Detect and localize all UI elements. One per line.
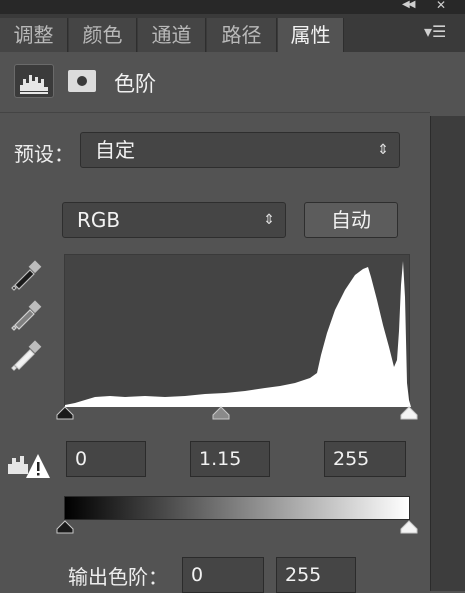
output-black-field[interactable]: 0 — [182, 557, 264, 593]
gray-point-eyedropper-icon[interactable] — [10, 298, 44, 332]
preset-value: 自定 — [95, 138, 135, 162]
auto-button[interactable]: 自动 — [304, 202, 398, 238]
tab-paths[interactable]: 路径 — [207, 18, 277, 52]
layer-mask-icon[interactable] — [62, 64, 102, 98]
black-output-slider[interactable] — [55, 520, 75, 534]
white-output-slider[interactable] — [399, 520, 419, 534]
black-input-slider[interactable] — [55, 406, 75, 420]
panel-title: 色阶 — [114, 72, 156, 96]
histogram — [64, 254, 411, 407]
panel-menu-icon[interactable]: ▾☰ — [424, 22, 446, 41]
levels-adjustment-icon[interactable] — [14, 64, 54, 98]
panel-top-bar: ◀◀ ✕ — [0, 0, 465, 14]
clipping-warning-icon[interactable] — [6, 450, 50, 480]
up-down-arrows-icon: ⇕ — [377, 142, 389, 158]
panel-tab-bar: 调整 颜色 通道 路径 属性 ▾☰ — [0, 14, 465, 52]
close-panel-icon[interactable]: ✕ — [436, 0, 446, 12]
collapse-panel-icon[interactable]: ◀◀ — [402, 0, 415, 10]
white-input-slider[interactable] — [399, 406, 419, 420]
preset-label: 预设： — [14, 142, 74, 166]
preset-select[interactable]: 自定 ⇕ — [80, 132, 400, 168]
tab-channels[interactable]: 通道 — [138, 18, 206, 52]
gamma-input-slider[interactable] — [211, 406, 231, 420]
tab-adjustments[interactable]: 调整 — [0, 18, 68, 52]
input-black-field[interactable]: 0 — [66, 441, 146, 477]
input-white-field[interactable]: 255 — [324, 441, 406, 477]
scrollbar[interactable] — [430, 116, 465, 591]
black-point-eyedropper-icon[interactable] — [10, 258, 44, 292]
output-gradient-bar — [64, 496, 410, 520]
input-gamma-field[interactable]: 1.15 — [190, 441, 270, 477]
channel-value: RGB — [77, 208, 121, 232]
histogram-fill — [65, 261, 411, 407]
white-point-eyedropper-icon[interactable] — [10, 338, 44, 372]
output-white-field[interactable]: 255 — [276, 557, 356, 593]
up-down-arrows-icon: ⇕ — [263, 212, 275, 228]
tab-color[interactable]: 颜色 — [69, 18, 137, 52]
output-levels-label: 输出色阶： — [68, 565, 168, 589]
tab-properties[interactable]: 属性 — [278, 18, 344, 52]
divider — [0, 112, 430, 113]
channel-select[interactable]: RGB ⇕ — [62, 202, 286, 238]
